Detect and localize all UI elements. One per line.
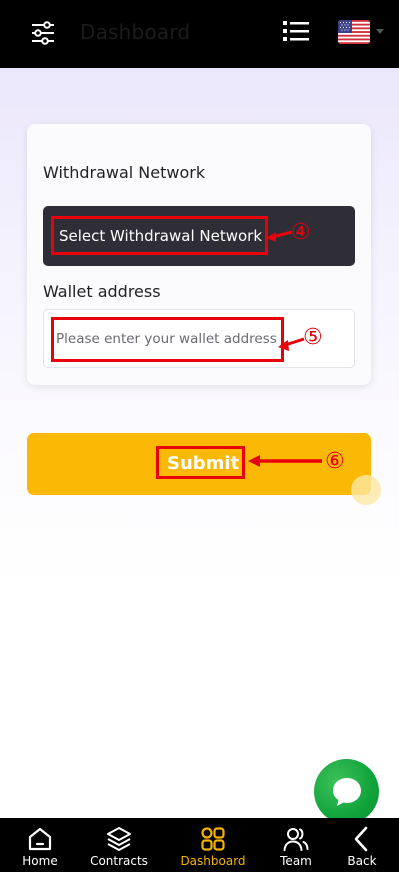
annotation-arrow-4: [266, 230, 293, 242]
home-icon: [28, 827, 52, 851]
grid-icon: [201, 827, 225, 851]
nav-label-dashboard: Dashboard: [180, 854, 246, 868]
sliders-icon[interactable]: [30, 20, 56, 46]
withdrawal-network-label: Withdrawal Network: [43, 163, 206, 182]
layers-icon: [107, 827, 131, 851]
chevron-down-icon[interactable]: [376, 29, 384, 34]
list-icon[interactable]: [283, 20, 309, 42]
nav-label-home: Home: [22, 854, 58, 868]
us-flag-icon[interactable]: [338, 20, 370, 44]
annotation-box-4: [51, 216, 268, 255]
users-icon: [283, 828, 309, 851]
nav-item-home[interactable]: Home: [0, 818, 80, 872]
nav-label-back: Back: [347, 854, 377, 868]
chat-bubble-icon: [333, 778, 361, 806]
annotation-number-6: ⑥: [325, 449, 345, 474]
chat-button[interactable]: [314, 759, 379, 824]
annotation-arrow-5: [278, 337, 305, 351]
annotation-number-5: ⑤: [303, 325, 323, 350]
annotation-arrow-6: [248, 455, 322, 467]
nav-item-back[interactable]: Back: [322, 818, 399, 872]
chevron-left-icon: [354, 826, 368, 852]
nav-label-contracts: Contracts: [90, 854, 148, 868]
annotation-number-4: ④: [291, 220, 311, 245]
nav-item-contracts[interactable]: Contracts: [79, 818, 159, 872]
page-title: Dashboard: [80, 20, 191, 44]
nav-item-dashboard[interactable]: Dashboard: [173, 818, 253, 872]
annotation-box-6: [156, 446, 245, 479]
wallet-address-label: Wallet address: [43, 282, 161, 301]
submit-decoration: [351, 475, 381, 505]
annotation-box-5: [51, 317, 284, 362]
